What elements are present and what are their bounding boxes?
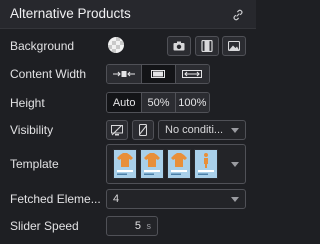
visibility-condition-value: No conditi... [165,124,224,136]
fit-icon[interactable] [141,65,175,83]
background-row: Background [0,35,256,57]
slider-speed-unit: s [146,221,152,231]
height-option-50[interactable]: 50% [141,93,175,112]
camera-icon[interactable] [167,36,191,56]
height-segmented[interactable]: Auto 50% 100% [106,92,210,113]
height-label: Height [10,96,45,110]
fetched-elements-label: Fetched Eleme... [10,192,101,206]
visibility-label: Visibility [10,123,54,137]
tshirt-thumbnail [113,149,137,179]
content-width-segmented[interactable] [106,64,210,84]
template-label: Template [10,157,59,171]
image-icon[interactable] [222,36,246,56]
expand-icon[interactable] [174,65,209,83]
slider-speed-row: Slider Speed 5 s [0,215,256,237]
slider-speed-input[interactable]: 5 s [106,216,158,236]
link-icon[interactable] [232,8,244,21]
height-row: Height Auto 50% 100% [0,92,256,114]
template-row: Template [0,144,256,184]
template-select[interactable] [106,144,246,184]
height-option-100[interactable]: 100% [174,93,209,112]
content-width-row: Content Width [0,63,256,85]
shrink-icon[interactable] [107,65,142,83]
content-width-label: Content Width [10,67,87,81]
hide-mobile-icon[interactable] [132,120,154,140]
hide-desktop-icon[interactable] [106,120,128,140]
figure-thumbnail [194,149,218,179]
panel-title: Alternative Products [10,6,131,21]
no-color-swatch-icon[interactable] [108,37,124,53]
slider-speed-label: Slider Speed [10,219,79,233]
chevron-down-icon [231,197,239,202]
fetched-elements-row: Fetched Eleme... 4 [0,188,256,210]
chevron-down-icon [231,162,239,167]
fetched-elements-select[interactable]: 4 [106,189,246,209]
background-label: Background [10,39,75,53]
slider-speed-value: 5 [134,220,141,232]
tshirt-thumbnail [140,149,164,179]
fetched-elements-value: 4 [113,193,120,205]
visibility-row: Visibility No conditi... [0,119,256,141]
height-option-auto[interactable]: Auto [107,93,142,112]
tshirt-thumbnail [167,149,191,179]
visibility-condition-select[interactable]: No conditi... [158,120,246,140]
chevron-down-icon [231,128,239,133]
film-icon[interactable] [195,36,219,56]
panel-header: Alternative Products [0,0,256,29]
